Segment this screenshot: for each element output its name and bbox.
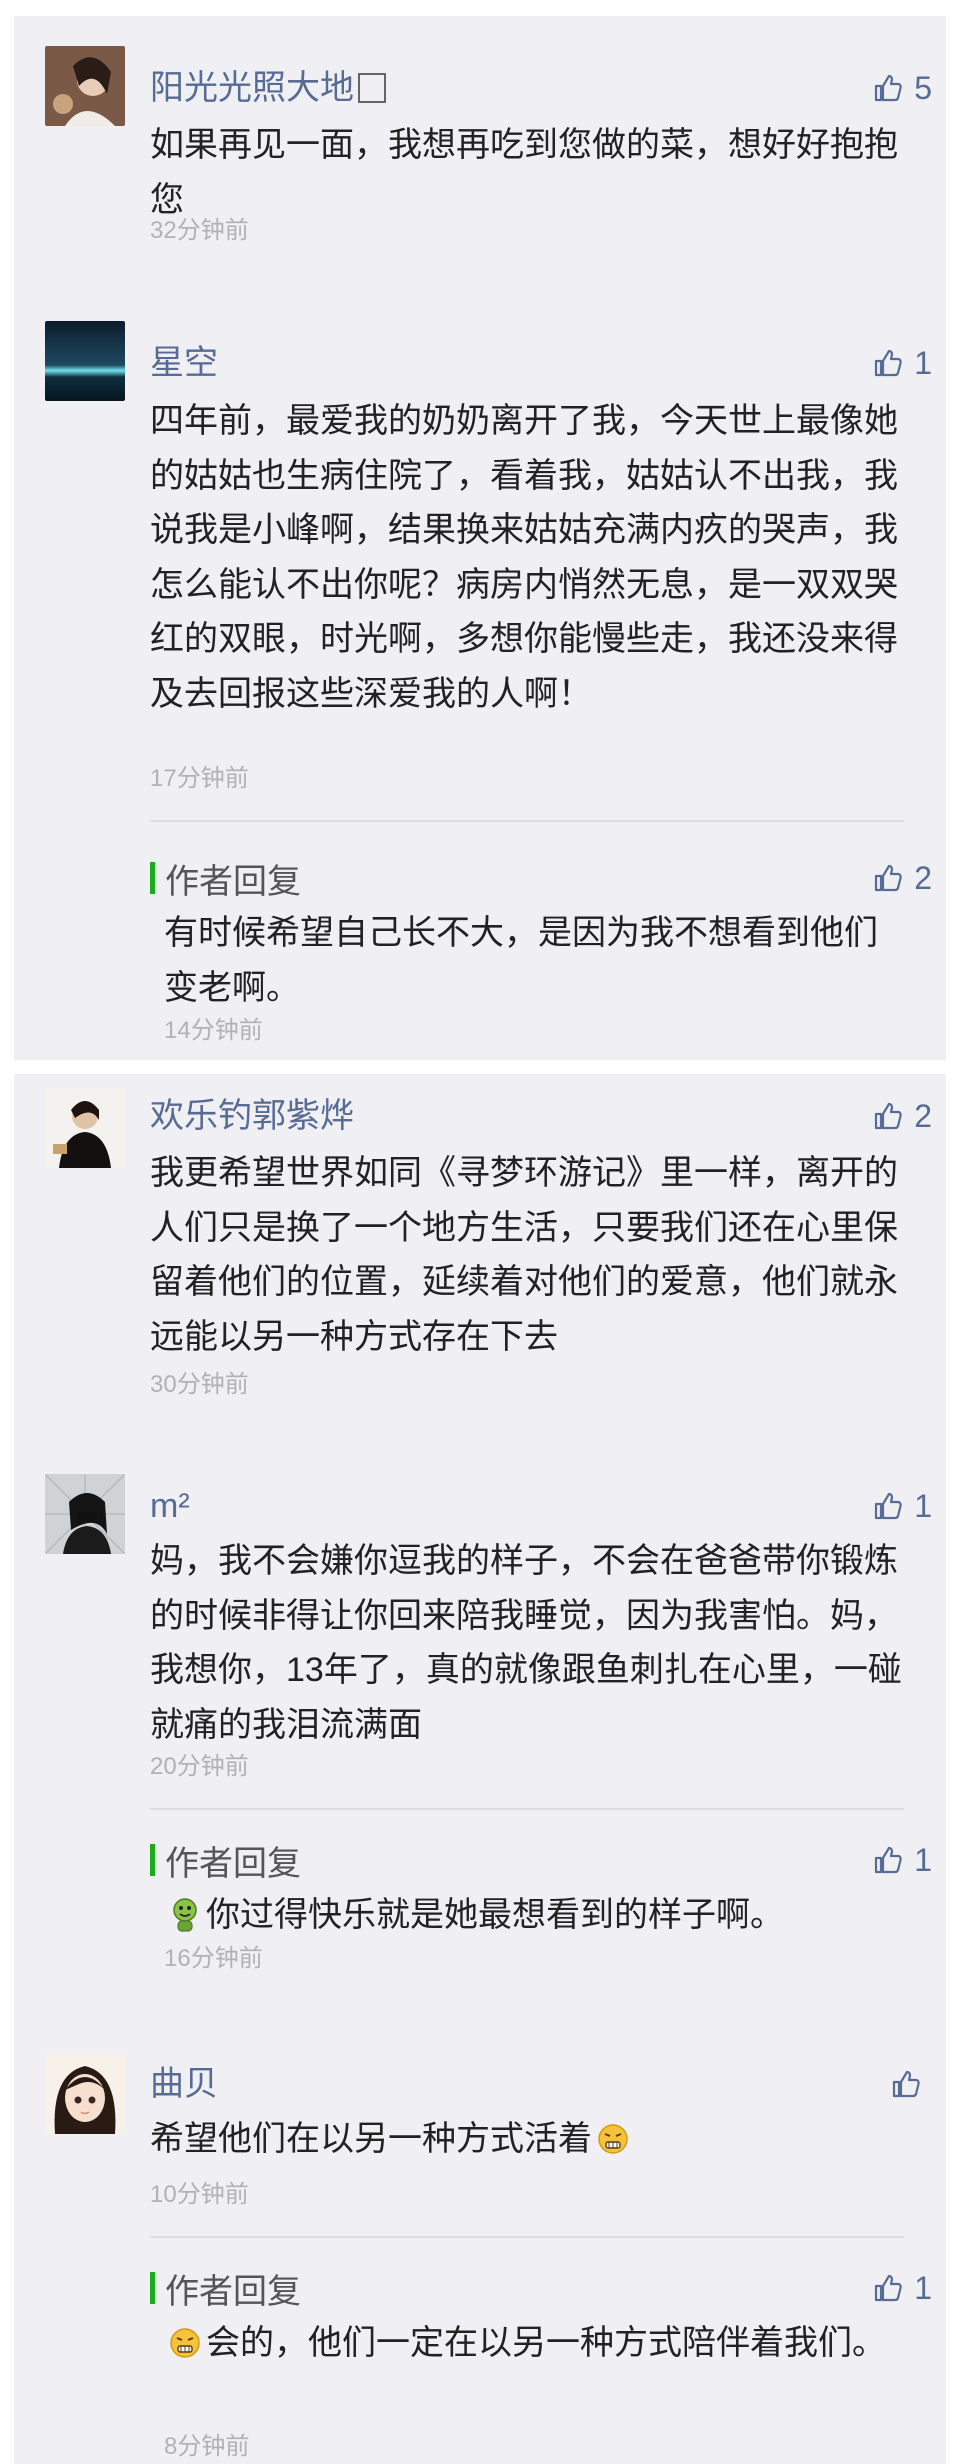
avatar[interactable] (45, 2054, 125, 2134)
comment-text-content: 希望他们在以另一种方式活着 (150, 2120, 592, 2158)
thumbs-up-icon (892, 2070, 920, 2098)
comment-author[interactable]: 欢乐钓郭紫烨 (150, 1096, 354, 1136)
comment-text: 如果再见一面，我想再吃到您做的菜，想好好抱抱您 (150, 126, 898, 219)
avatar[interactable] (45, 321, 125, 401)
comment-author[interactable]: m² (150, 1486, 190, 1526)
like-button[interactable]: 5 (872, 68, 932, 108)
like-button[interactable]: 1 (872, 1486, 932, 1526)
avatar[interactable] (45, 1474, 125, 1554)
author-reply-label: 作者回复 (150, 858, 301, 901)
like-count: 1 (914, 2269, 932, 2306)
like-count: 5 (914, 69, 932, 106)
author-name[interactable]: 阳光光照大地 (150, 69, 354, 107)
reply-text: 有时候希望自己长不大，是因为我不想看到他们变老啊。 (164, 914, 878, 1007)
thumbs-up-icon (875, 74, 902, 102)
author-reply-label: 作者回复 (150, 1840, 301, 1883)
author-reply-label: 作者回复 (150, 2268, 301, 2311)
comment-time: 17分钟前 (150, 765, 249, 792)
reply-title-text: 作者回复 (165, 2272, 301, 2311)
thumbs-up-icon (875, 864, 902, 892)
reply-bar (150, 1844, 155, 1876)
like-button[interactable]: 1 (872, 1840, 932, 1880)
thumbs-up-icon (875, 1492, 902, 1520)
comment-time: 30分钟前 (150, 1371, 249, 1398)
avatar[interactable] (45, 46, 125, 126)
card-separator (14, 1060, 946, 1074)
like-button[interactable]: 1 (872, 343, 932, 383)
reply-time: 16分钟前 (164, 1945, 263, 1972)
like-button[interactable]: 1 (872, 2268, 932, 2308)
comment-time: 10分钟前 (150, 2181, 249, 2208)
reply-bar (150, 2272, 155, 2304)
comment-author[interactable]: 阳光光照大地 (150, 68, 386, 108)
reply-divider (150, 2236, 904, 2238)
comment-card-2: 欢乐钓郭紫烨 2 我更希望世界如同《寻梦环游记》里一样，离开的人们只是换了一个地… (14, 1074, 946, 2464)
missing-glyph-box (358, 73, 386, 103)
like-count: 2 (914, 859, 932, 896)
comment-text: 希望他们在以另一种方式活着 (150, 2112, 910, 2167)
comment-time: 32分钟前 (150, 217, 249, 244)
reply-divider (150, 820, 904, 822)
grimace-emoji (598, 2124, 628, 2154)
comment-time: 20分钟前 (150, 1753, 249, 1780)
like-button[interactable]: 2 (872, 858, 932, 898)
green-smiley-emoji (173, 1898, 197, 1932)
comment-author[interactable]: 曲贝 (150, 2064, 218, 2104)
grimace-emoji (170, 2328, 200, 2358)
like-count: 1 (914, 1487, 932, 1524)
thumbs-up-icon (875, 1102, 902, 1130)
avatar[interactable] (45, 1088, 125, 1168)
thumbs-up-icon (875, 2274, 902, 2302)
like-count: 1 (914, 1841, 932, 1878)
reply-bar (150, 862, 155, 894)
thumbs-up-icon (875, 349, 902, 377)
like-button[interactable]: 2 (872, 1096, 932, 1136)
thumbs-up-icon (875, 1846, 902, 1874)
reply-text: 你过得快乐就是她最想看到的样子啊。 (164, 1888, 910, 1943)
reply-divider (150, 1808, 904, 1810)
reply-text-content: 你过得快乐就是她最想看到的样子啊。 (206, 1896, 784, 1934)
comment-text: 我更希望世界如同《寻梦环游记》里一样，离开的人们只是换了一个地方生活，只要我们还… (150, 1154, 898, 1356)
like-count: 1 (914, 344, 932, 381)
comment-card-1: 阳光光照大地 5 如果再见一面，我想再吃到您做的菜，想好好抱抱您 32分钟前 星… (14, 16, 946, 1060)
like-count: 2 (914, 1097, 932, 1134)
reply-title-text: 作者回复 (165, 1844, 301, 1883)
like-button[interactable] (890, 2064, 932, 2104)
reply-text-content: 会的，他们一定在以另一种方式陪伴着我们。 (206, 2324, 886, 2362)
reply-title-text: 作者回复 (165, 862, 301, 901)
reply-text: 会的，他们一定在以另一种方式陪伴着我们。 (164, 2316, 910, 2371)
reply-time: 8分钟前 (164, 2433, 250, 2460)
comment-author[interactable]: 星空 (150, 343, 218, 383)
comment-text: 妈，我不会嫌你逗我的样子，不会在爸爸带你锻炼的时候非得让你回来陪我睡觉，因为我害… (150, 1542, 902, 1744)
reply-time: 14分钟前 (164, 1017, 263, 1044)
comment-text: 四年前，最爱我的奶奶离开了我，今天世上最像她的姑姑也生病住院了，看着我，姑姑认不… (150, 402, 898, 713)
